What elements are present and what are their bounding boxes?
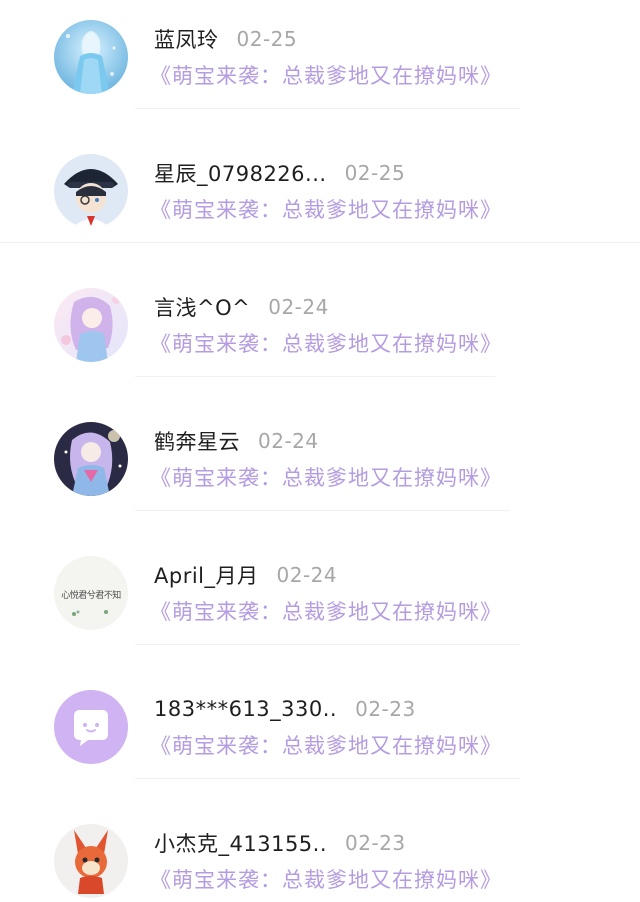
- chat-bubble-icon: [54, 690, 128, 764]
- calligraphy-avatar-image: 心悦君兮君不知: [54, 556, 128, 630]
- post-date: 02-23: [345, 831, 406, 855]
- book-title[interactable]: 《萌宝来袭：总裁爹地又在撩妈咪》: [150, 864, 502, 894]
- book-title[interactable]: 《萌宝来袭：总裁爹地又在撩妈咪》: [150, 60, 502, 90]
- list-item[interactable]: 言浅^O^ 02-24 《萌宝来袭：总裁爹地又在撩妈咪》: [0, 268, 640, 402]
- post-date: 02-25: [236, 27, 298, 51]
- user-name[interactable]: 星辰_0798226...: [154, 158, 327, 188]
- book-title[interactable]: 《萌宝来袭：总裁爹地又在撩妈咪》: [150, 328, 502, 358]
- name-line: 言浅^O^ 02-24: [154, 292, 329, 322]
- post-date: 02-23: [355, 697, 416, 721]
- list-item[interactable]: 心悦君兮君不知 April_月月 02-24 《萌宝来袭：总裁爹地又在撩妈咪》: [0, 536, 640, 670]
- divider: [135, 376, 495, 377]
- user-name[interactable]: 言浅^O^: [154, 292, 250, 322]
- book-title[interactable]: 《萌宝来袭：总裁爹地又在撩妈咪》: [150, 730, 502, 760]
- post-date: 02-24: [268, 295, 329, 319]
- reader-list: 蓝凤玲 02-25 《萌宝来袭：总裁爹地又在撩妈咪》 星辰_0798226...…: [0, 0, 640, 902]
- user-name[interactable]: 小杰克_413155..: [154, 828, 327, 858]
- list-item[interactable]: 183***613_330.. 02-23 《萌宝来袭：总裁爹地又在撩妈咪》: [0, 670, 640, 804]
- detective-boy-avatar-image: [54, 154, 128, 228]
- divider: [135, 644, 520, 645]
- divider: [135, 108, 520, 109]
- avatar-calligraphy-text: 心悦君兮君不知: [61, 589, 121, 601]
- post-date: 02-25: [344, 161, 406, 185]
- divider: [0, 242, 640, 243]
- list-item[interactable]: 星辰_0798226... 02-25 《萌宝来袭：总裁爹地又在撩妈咪》: [0, 134, 640, 268]
- avatar[interactable]: [54, 154, 128, 228]
- post-date: 02-24: [276, 563, 338, 587]
- name-line: 蓝凤玲 02-25: [154, 24, 297, 54]
- post-date: 02-24: [258, 429, 319, 453]
- pastel-girl-avatar-image: [54, 288, 128, 362]
- name-line: April_月月 02-24: [154, 560, 337, 590]
- name-line: 鹤奔星云 02-24: [154, 426, 319, 456]
- user-name[interactable]: 鹤奔星云: [154, 426, 240, 456]
- name-line: 小杰克_413155.. 02-23: [154, 828, 406, 858]
- book-title[interactable]: 《萌宝来袭：总裁爹地又在撩妈咪》: [150, 194, 502, 224]
- user-name[interactable]: 蓝凤玲: [154, 24, 219, 54]
- avatar[interactable]: [54, 288, 128, 362]
- cartoon-rabbit-avatar-image: [54, 824, 128, 898]
- avatar[interactable]: [54, 824, 128, 898]
- avatar[interactable]: [54, 20, 128, 94]
- list-item[interactable]: 小杰克_413155.. 02-23 《萌宝来袭：总裁爹地又在撩妈咪》: [0, 804, 640, 902]
- user-name[interactable]: April_月月: [154, 560, 259, 590]
- avatar[interactable]: [54, 690, 128, 764]
- name-line: 星辰_0798226... 02-25: [154, 158, 405, 188]
- user-name[interactable]: 183***613_330..: [154, 697, 337, 721]
- avatar[interactable]: 心悦君兮君不知: [54, 556, 128, 630]
- book-title[interactable]: 《萌宝来袭：总裁爹地又在撩妈咪》: [150, 462, 502, 492]
- book-title[interactable]: 《萌宝来袭：总裁爹地又在撩妈咪》: [150, 596, 502, 626]
- avatar[interactable]: [54, 422, 128, 496]
- ice-princess-avatar-image: [54, 20, 128, 94]
- name-line: 183***613_330.. 02-23: [154, 694, 416, 724]
- list-item[interactable]: 蓝凤玲 02-25 《萌宝来袭：总裁爹地又在撩妈咪》: [0, 0, 640, 134]
- divider: [135, 778, 520, 779]
- list-item[interactable]: 鹤奔星云 02-24 《萌宝来袭：总裁爹地又在撩妈咪》: [0, 402, 640, 536]
- divider: [135, 510, 510, 511]
- night-girl-avatar-image: [54, 422, 128, 496]
